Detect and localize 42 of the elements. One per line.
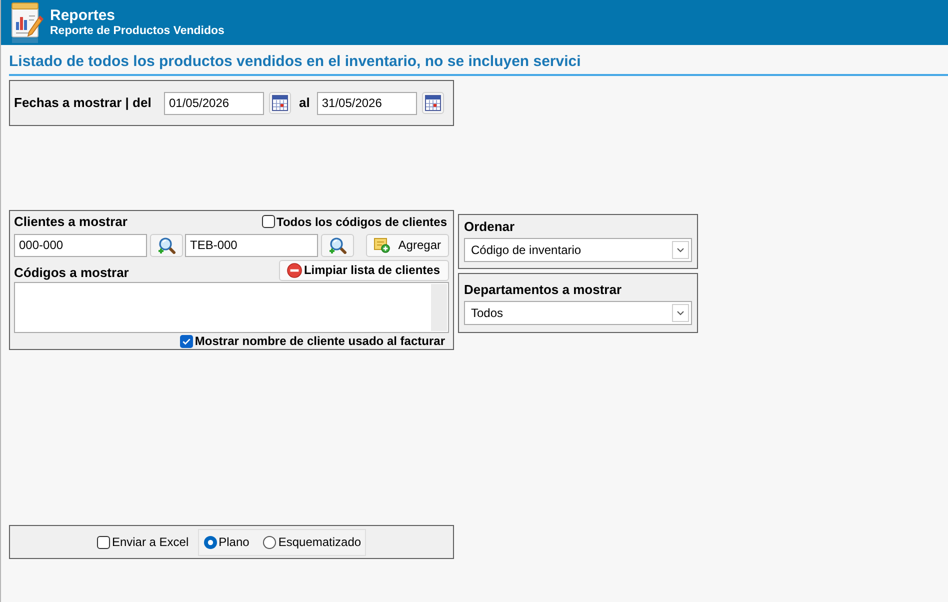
radio-label: Esquematizado [278, 535, 362, 549]
departments-label: Departamentos a mostrar [464, 282, 622, 298]
date-to-field[interactable]: 31/05/2026 [316, 92, 417, 114]
scrollbar[interactable] [431, 284, 447, 332]
calendar-button[interactable] [422, 92, 444, 114]
radio-button[interactable] [204, 536, 217, 548]
search-icon [328, 236, 346, 254]
search-button[interactable] [321, 234, 354, 257]
radio-label: Plano [218, 535, 250, 549]
calendar-icon [424, 95, 441, 111]
caret-icon [672, 304, 689, 322]
minus-circle-icon [286, 262, 302, 278]
date-range-label: Fechas a mostrar | del [14, 95, 152, 111]
sort-select[interactable]: Código de inventario [464, 238, 692, 262]
client-from-field[interactable]: 000-000 [14, 234, 147, 257]
checkbox-label: Todos los códigos de clientes [276, 214, 447, 229]
section-heading: Listado de todos los productos vendidos en el inventario, no se incluyen servici [9, 53, 581, 70]
clients-label: Clientes a mostrar [14, 214, 128, 230]
checkbox[interactable] [262, 215, 275, 228]
checkbox[interactable] [96, 536, 110, 548]
search-icon [158, 236, 176, 254]
search-button[interactable] [150, 234, 183, 257]
codes-list-field[interactable] [14, 282, 449, 334]
clipboard-chart-icon [10, 2, 44, 44]
departments-select[interactable]: Todos [464, 301, 692, 325]
sort-label: Ordenar [464, 219, 515, 235]
clear-list-button[interactable]: Limpiar lista de clientes [278, 260, 449, 281]
codes-label: Códigos a mostrar [14, 264, 129, 281]
date-to-label: al [299, 95, 310, 111]
client-to-field[interactable]: TEB-000 [185, 234, 318, 257]
page-subtitle: Reporte de Productos Vendidos [50, 24, 224, 38]
radio-button[interactable] [263, 536, 276, 548]
checkbox-label: Enviar a Excel [112, 535, 189, 549]
calendar-icon [272, 95, 288, 111]
checkbox-label: Mostrar nombre de cliente usado al facturar [194, 334, 445, 348]
caret-icon [672, 241, 689, 259]
date-from-field[interactable]: 01/05/2026 [164, 92, 264, 114]
calendar-button[interactable] [269, 92, 291, 114]
page-title: Reportes [50, 8, 116, 24]
checkbox[interactable] [180, 334, 193, 348]
note-add-icon [374, 237, 390, 254]
add-button[interactable]: Agregar [366, 234, 449, 257]
